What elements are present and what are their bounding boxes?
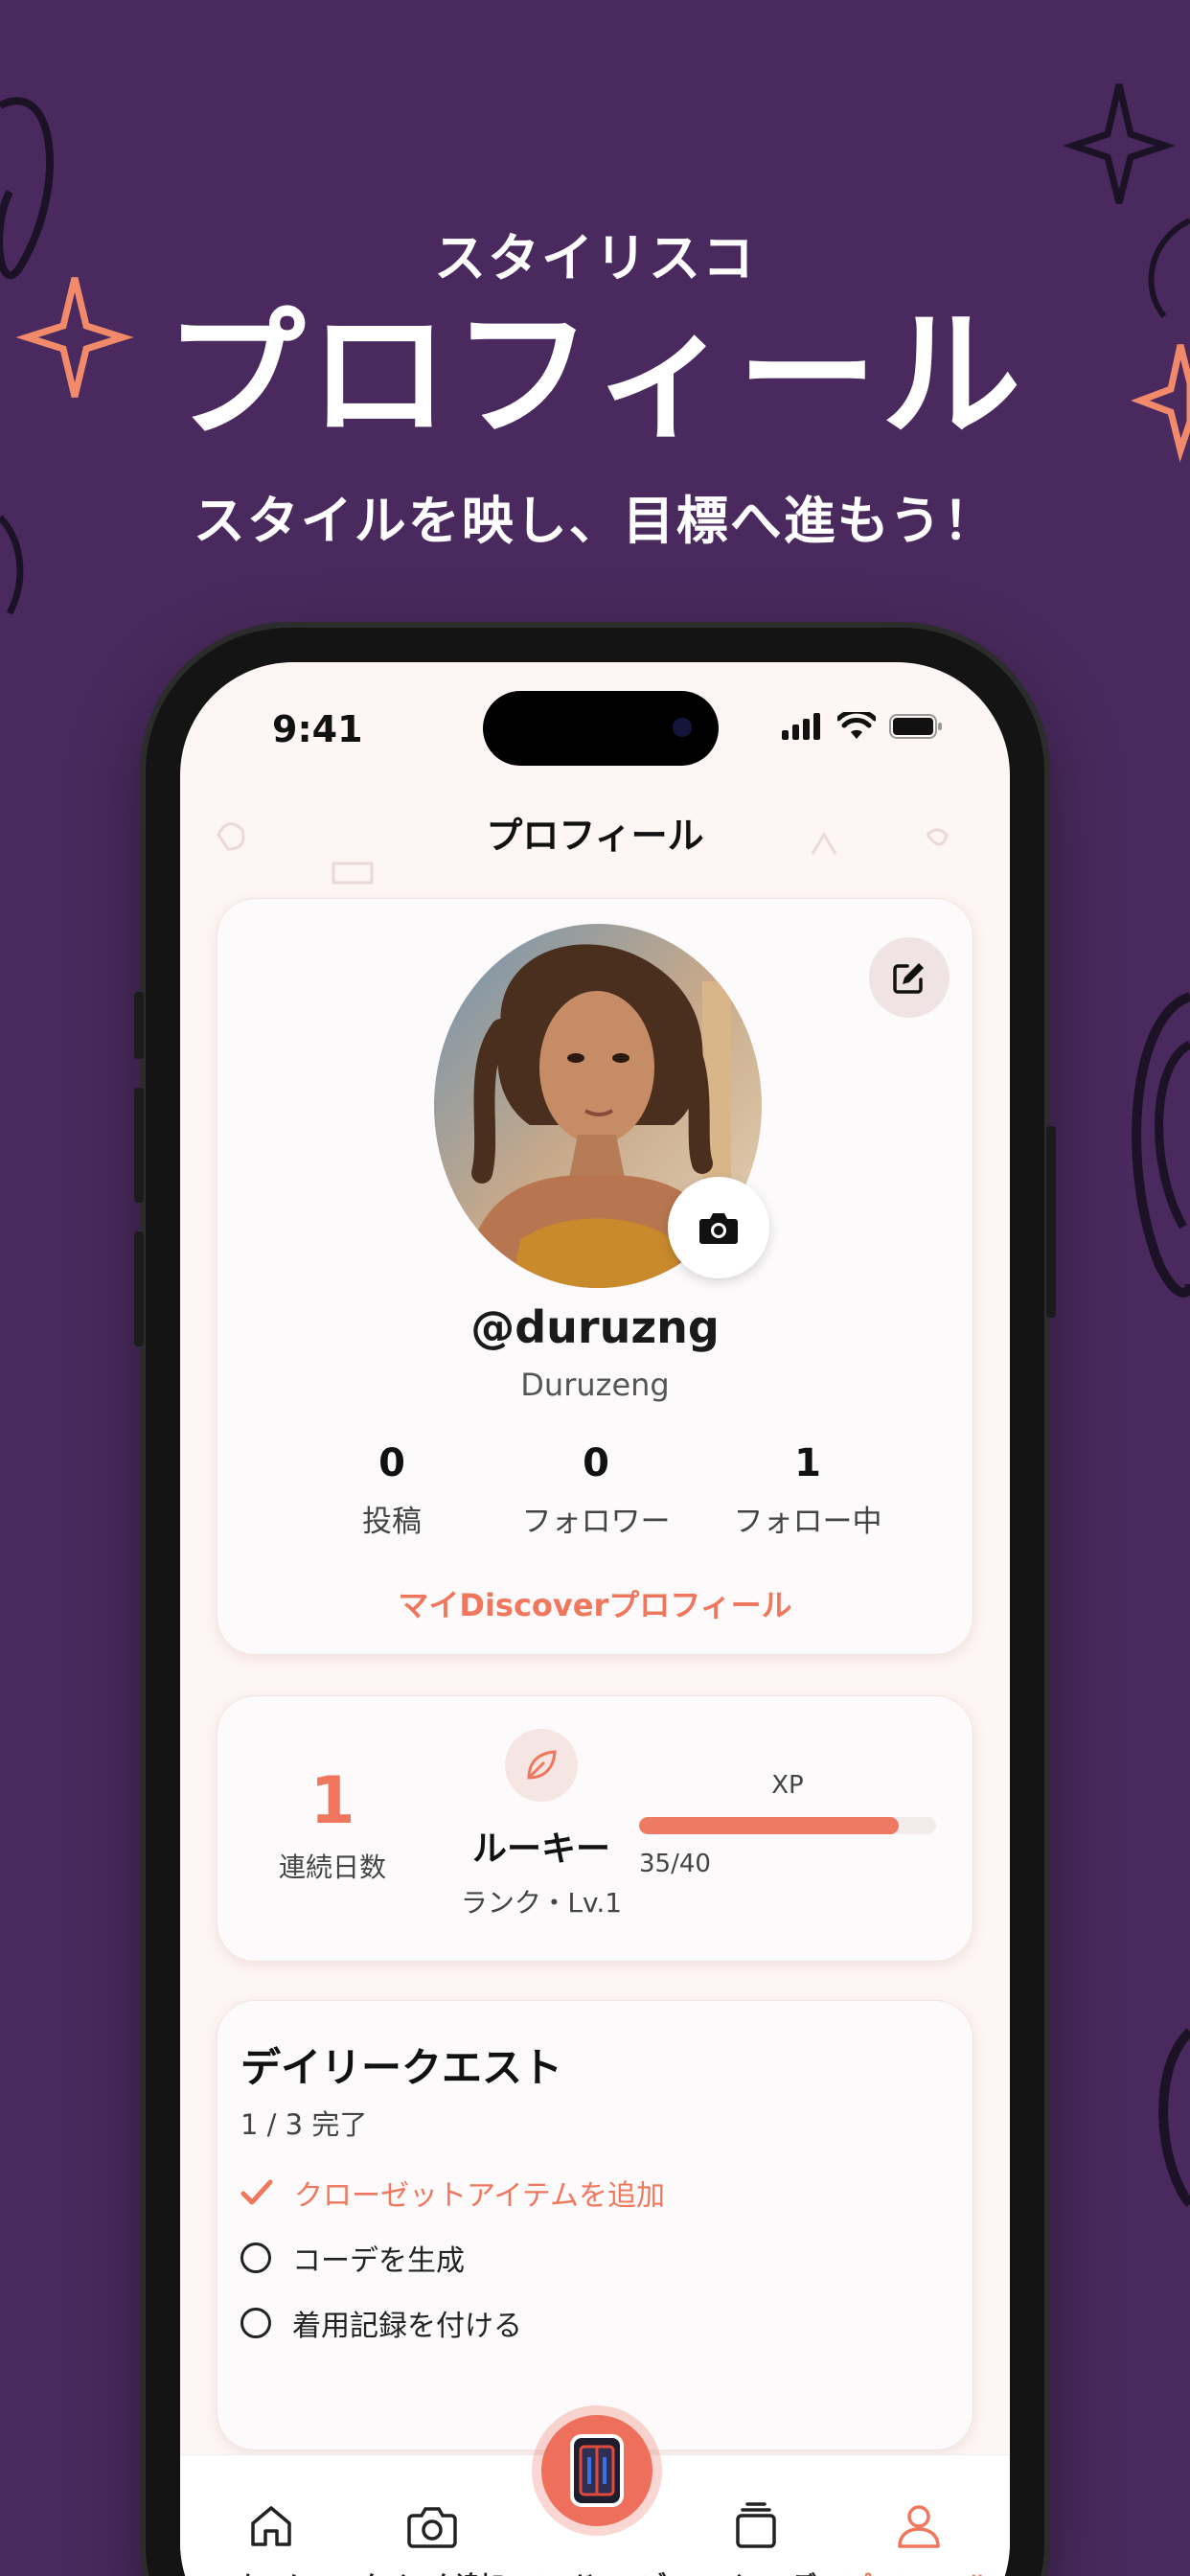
camera-icon	[407, 2507, 457, 2548]
quest-item[interactable]: コーデを生成	[240, 2237, 465, 2279]
wardrobe-center-button[interactable]	[541, 2415, 652, 2526]
signal-icon	[782, 713, 820, 740]
profile-handle: @duruzng	[470, 1301, 720, 1353]
wifi-icon	[837, 712, 876, 739]
quest-item[interactable]: クローゼットアイテムを追加	[240, 2172, 665, 2214]
discover-profile-link[interactable]: マイDiscoverプロフィール	[217, 1581, 973, 1625]
unchecked-circle-icon	[240, 2242, 271, 2273]
check-icon	[240, 2179, 273, 2205]
page-title: プロフィール	[486, 815, 704, 857]
change-photo-button[interactable]	[668, 1177, 769, 1278]
rank-info: ルーキー ランク・Lv.1	[426, 1729, 656, 1920]
status-time: 9:41	[272, 708, 363, 750]
camera-icon	[699, 1213, 738, 1244]
quest-progress: 1 / 3 完了	[240, 2108, 368, 2141]
tab-quick-add[interactable]: クイック追加	[351, 2497, 514, 2576]
tab-home[interactable]: ホーム	[190, 2497, 353, 2576]
xp-bar-fill	[639, 1817, 900, 1834]
hero-title: プロフィール	[165, 294, 1025, 457]
tab-profile[interactable]: プロフィール	[837, 2497, 1000, 2576]
layers-icon	[736, 2502, 776, 2548]
battery-icon	[889, 714, 942, 739]
stat-following[interactable]: 1 フォロー中	[693, 1441, 923, 1540]
hero-tagline: スタイルを映し、目標へ進もう！	[193, 491, 997, 552]
leaf-icon	[527, 1750, 557, 1780]
streak-counter: 1 連続日数	[278, 1763, 386, 1883]
phone-frame: 9:41 プロフィール @duruzng Duruzeng 0 投稿 0 フォロ…	[134, 628, 1056, 2576]
quest-item[interactable]: 着用記録を付ける	[240, 2302, 522, 2344]
app-name: スタイリスコ	[434, 228, 756, 288]
edit-icon	[893, 963, 924, 994]
home-icon	[251, 2506, 291, 2546]
person-icon	[898, 2505, 940, 2548]
quest-title: デイリークエスト	[240, 2044, 563, 2091]
unchecked-circle-icon	[240, 2308, 271, 2338]
dynamic-island	[483, 691, 719, 766]
hero-banner: スタイリスコ プロフィール スタイルを映し、目標へ進もう！	[0, 216, 1190, 554]
progress-card: 1 連続日数 ルーキー ランク・Lv.1 XP 35/40	[217, 1695, 973, 1962]
profile-display-name: Duruzeng	[520, 1367, 670, 1403]
stat-followers[interactable]: 0 フォロワー	[481, 1441, 711, 1540]
daily-quest-card: デイリークエスト 1 / 3 完了 クローゼットアイテムを追加 コーデを生成 着…	[217, 2000, 973, 2450]
tab-bar: ホーム クイック追加 ワードローブ	[180, 2415, 1010, 2576]
edit-profile-button[interactable]	[869, 937, 950, 1018]
xp-bar	[639, 1817, 936, 1834]
status-bar: 9:41	[180, 662, 1010, 787]
app-screen: 9:41 プロフィール @duruzng Duruzeng 0 投稿 0 フォロ…	[180, 662, 1010, 2576]
stat-posts[interactable]: 0 投稿	[277, 1441, 507, 1540]
wardrobe-icon	[579, 2445, 615, 2496]
tab-my-outfits[interactable]: マイコーデ	[675, 2497, 837, 2576]
sparkle-icon	[1062, 83, 1177, 204]
profile-card: @duruzng Duruzeng 0 投稿 0 フォロワー 1 フォロー中 マ…	[217, 898, 973, 1655]
xp-progress: XP 35/40	[639, 1771, 936, 1878]
